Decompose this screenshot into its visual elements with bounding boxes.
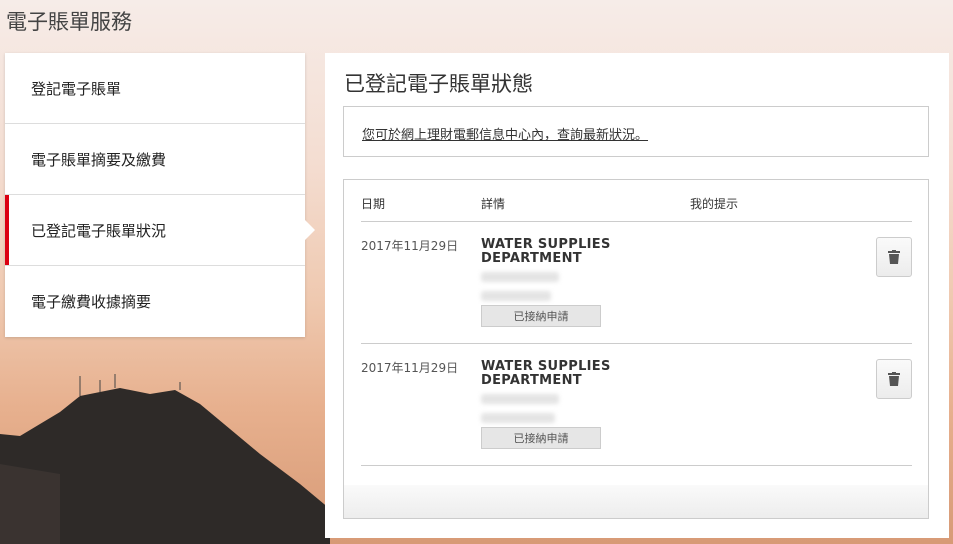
header-date: 日期 (361, 197, 386, 211)
redacted-account-number (481, 272, 559, 282)
row-divider (361, 465, 912, 466)
page-title: 電子賬單服務 (6, 10, 132, 34)
main-panel: 已登記電子賬單狀態 您可於網上理財電郵信息中心內，查詢最新狀況。 日期 詳情 我… (325, 53, 949, 538)
redacted-account-number (481, 394, 559, 404)
row-biller-name: WATER SUPPLIES DEPARTMENT (481, 359, 611, 388)
status-badge: 已接納申請 (481, 305, 601, 327)
table-footer-bar (343, 485, 929, 519)
status-badge: 已接納申請 (481, 427, 601, 449)
header-details: 詳情 (481, 197, 506, 211)
background-hill-image (0, 374, 330, 544)
table-row: 2017年11月29日 WATER SUPPLIES DEPARTMENT 已接… (344, 344, 928, 466)
redacted-account-name (481, 413, 555, 423)
info-box: 您可於網上理財電郵信息中心內，查詢最新狀況。 (343, 106, 929, 157)
sidebar-item-registered-ebill-status[interactable]: 已登記電子賬單狀況 (5, 195, 315, 266)
row-date: 2017年11月29日 (361, 239, 459, 253)
sidebar-item-label: 已登記電子賬單狀況 (31, 221, 167, 240)
sidebar-item-epayment-receipt-summary[interactable]: 電子繳費收據摘要 (5, 266, 305, 337)
trash-icon (888, 250, 900, 264)
sidebar-item-label: 電子繳費收據摘要 (31, 293, 152, 311)
delete-button[interactable] (876, 237, 912, 277)
redacted-account-name (481, 291, 551, 301)
row-biller-name: WATER SUPPLIES DEPARTMENT (481, 237, 611, 266)
sidebar-item-ebill-summary-payment[interactable]: 電子賬單摘要及繳費 (5, 124, 305, 195)
main-title: 已登記電子賬單狀態 (344, 72, 533, 96)
table-row: 2017年11月29日 WATER SUPPLIES DEPARTMENT 已接… (344, 222, 928, 344)
ebill-status-table: 日期 詳情 我的提示 2017年11月29日 WATER SUPPLIES DE… (343, 179, 929, 519)
message-centre-link[interactable]: 您可於網上理財電郵信息中心內，查詢最新狀況。 (362, 124, 648, 143)
sidebar-item-label: 登記電子賬單 (31, 79, 122, 98)
sidebar: 登記電子賬單 電子賬單摘要及繳費 已登記電子賬單狀況 電子繳費收據摘要 (5, 53, 315, 337)
sidebar-item-label: 電子賬單摘要及繳費 (31, 150, 167, 169)
delete-button[interactable] (876, 359, 912, 399)
trash-icon (888, 372, 900, 386)
row-date: 2017年11月29日 (361, 361, 459, 375)
header-reminder: 我的提示 (690, 197, 739, 211)
sidebar-item-register-ebill[interactable]: 登記電子賬單 (5, 53, 305, 124)
